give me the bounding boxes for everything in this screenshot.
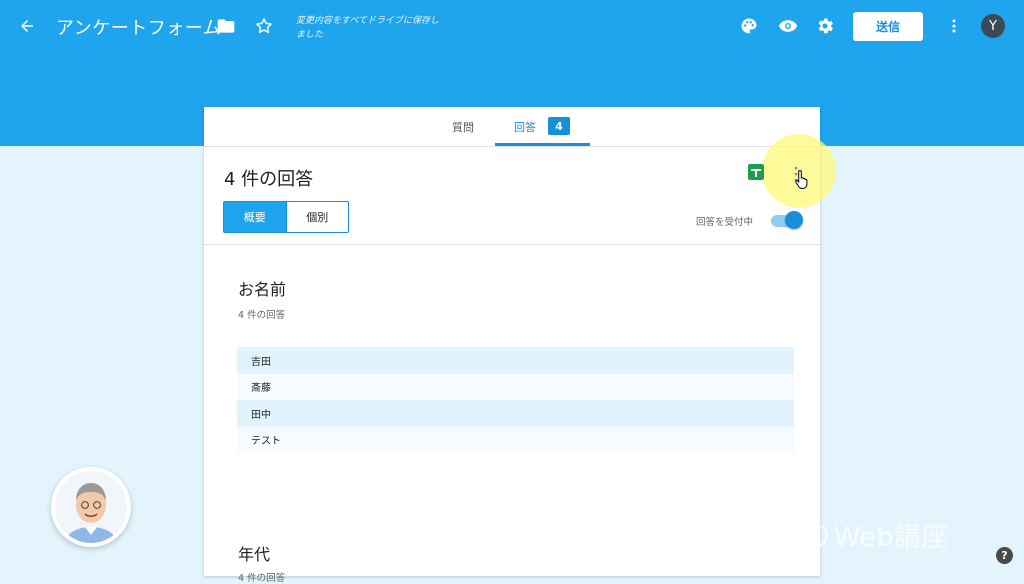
question-response-count: 4 件の回答 — [238, 310, 286, 321]
question-title: 年代 — [238, 545, 271, 564]
palette-icon[interactable] — [735, 12, 763, 40]
tab-bar: 質問 回答 4 — [204, 107, 820, 147]
active-tab-indicator — [495, 143, 590, 146]
answer-row: テスト — [237, 426, 794, 453]
divider — [204, 244, 820, 245]
accepting-responses-label: 回答を受付中 — [696, 217, 754, 228]
help-icon[interactable]: ? — [996, 547, 1013, 564]
tab-questions[interactable]: 質問 — [452, 119, 474, 135]
send-button[interactable]: 送信 — [853, 12, 923, 41]
question-response-count: 4 件の回答 — [238, 573, 286, 584]
save-status: 変更内容をすべてドライブに保存しました — [296, 16, 440, 40]
form-title[interactable]: アンケートフォーム — [56, 14, 221, 40]
tab-responses[interactable]: 回答 — [514, 119, 536, 135]
more-vert-icon[interactable] — [940, 12, 968, 40]
responses-card: 質問 回答 4 4 件の回答 概要 個別 回答を受付中 お名前 4 件の回答 吉… — [204, 107, 836, 584]
eye-icon[interactable] — [774, 12, 802, 40]
gear-icon[interactable] — [811, 12, 839, 40]
response-count-heading: 4 件の回答 — [224, 169, 314, 190]
hand-cursor-icon — [795, 169, 811, 189]
sheets-icon[interactable] — [748, 164, 764, 180]
avatar[interactable]: Y — [981, 14, 1005, 38]
individual-tab[interactable]: 個別 — [285, 202, 348, 232]
question-title: お名前 — [238, 280, 287, 299]
responses-count-badge: 4 — [548, 117, 570, 135]
back-arrow-icon[interactable] — [13, 12, 41, 40]
answer-list: 吉田 斎藤 田中 テスト — [237, 347, 794, 453]
watermark-logo: ひとりWeb講座 — [752, 522, 950, 553]
accepting-toggle-knob[interactable] — [785, 211, 803, 229]
summary-tab[interactable]: 概要 — [224, 202, 286, 232]
answer-row: 田中 — [237, 400, 794, 427]
presenter-avatar — [51, 467, 131, 547]
star-icon[interactable] — [250, 12, 278, 40]
answer-row: 斎藤 — [237, 373, 794, 400]
answer-row: 吉田 — [237, 347, 794, 374]
view-toggle: 概要 個別 — [223, 201, 349, 233]
folder-icon[interactable] — [212, 12, 240, 40]
